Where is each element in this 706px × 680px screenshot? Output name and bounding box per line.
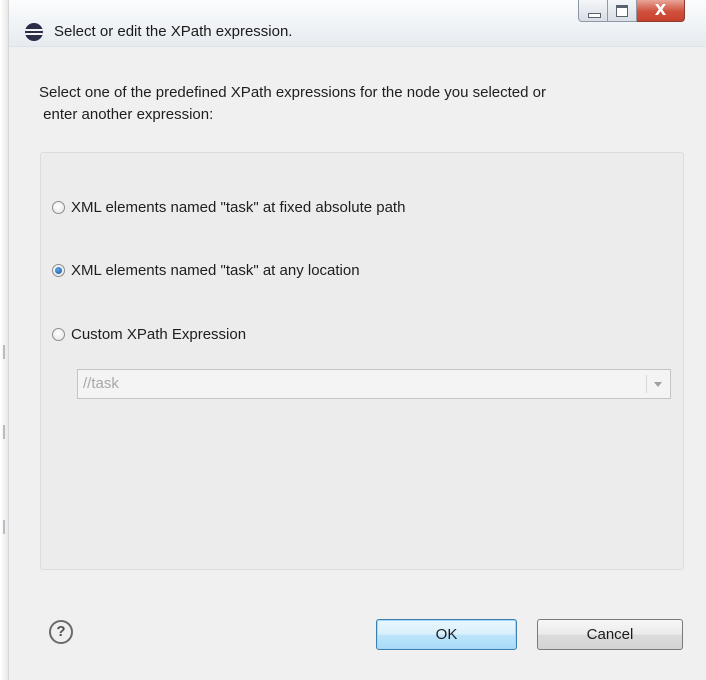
- maximize-button[interactable]: [608, 0, 637, 22]
- maximize-icon: [616, 5, 628, 17]
- combo-value: //task: [83, 375, 119, 392]
- chevron-down-icon[interactable]: [654, 382, 662, 387]
- combo-divider: [646, 375, 647, 393]
- close-icon: X: [654, 1, 667, 19]
- window-title: Select or edit the XPath expression.: [54, 23, 293, 40]
- close-button[interactable]: X: [637, 0, 685, 22]
- option-label: XML elements named "task" at any locatio…: [71, 261, 360, 279]
- edge-marker: [3, 520, 5, 534]
- title-bar[interactable]: Select or edit the XPath expression. X: [9, 0, 706, 47]
- radio-button[interactable]: [52, 200, 65, 214]
- xpath-expression-combo[interactable]: //task: [77, 369, 671, 399]
- option-label: XML elements named "task" at fixed absol…: [71, 198, 406, 216]
- background-window-edge: [0, 0, 9, 680]
- option-custom-xpath[interactable]: Custom XPath Expression: [52, 323, 246, 345]
- instructions-text: Select one of the predefined XPath expre…: [39, 84, 546, 123]
- radio-button[interactable]: [52, 327, 65, 341]
- radio-button[interactable]: [52, 263, 65, 277]
- help-icon[interactable]: ?: [49, 620, 73, 644]
- edge-marker: [3, 345, 5, 359]
- cancel-button[interactable]: Cancel: [537, 619, 683, 650]
- dialog-window: Select or edit the XPath expression. X S…: [0, 0, 706, 680]
- minimize-icon: [588, 13, 601, 18]
- minimize-button[interactable]: [578, 0, 608, 22]
- eclipse-icon: [25, 23, 43, 41]
- option-label: Custom XPath Expression: [71, 325, 247, 343]
- option-any-location[interactable]: XML elements named "task" at any locatio…: [52, 259, 360, 281]
- window-controls: X: [578, 0, 685, 24]
- option-fixed-absolute-path[interactable]: XML elements named "task" at fixed absol…: [52, 196, 405, 218]
- ok-button[interactable]: OK: [376, 619, 517, 650]
- edge-marker: [3, 425, 5, 439]
